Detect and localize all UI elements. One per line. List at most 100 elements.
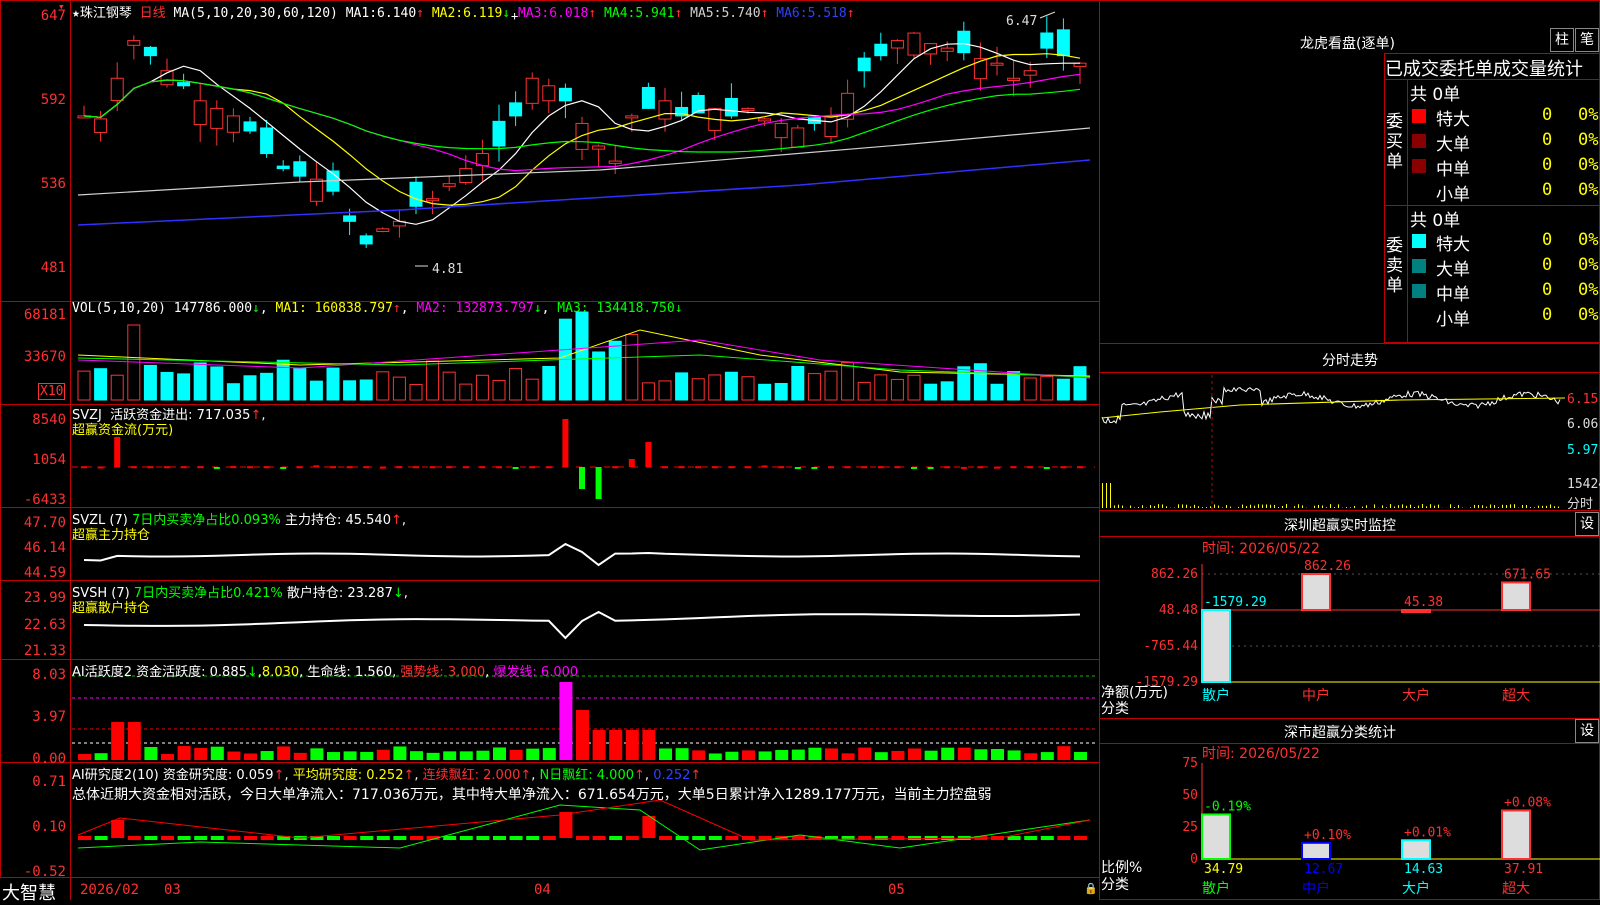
flow-bar xyxy=(297,466,303,468)
candle xyxy=(95,119,107,132)
sell-row-percent: 0% xyxy=(1578,255,1598,275)
flow-bar xyxy=(679,466,685,468)
minute-price-tick: 5.97 xyxy=(1567,443,1598,458)
ai-research-summary: 总体近期大资金相对活跃，今日大单净流入：717.036万元，其中特大单净流入：6… xyxy=(72,784,992,804)
y-tick: -0.52 xyxy=(0,864,66,880)
candle xyxy=(443,184,455,187)
activity-bar xyxy=(609,730,622,760)
candle xyxy=(111,78,123,100)
flow-bar xyxy=(114,437,120,467)
research-bar xyxy=(261,836,274,840)
buy-total: 共 0单 xyxy=(1410,80,1460,105)
activity-bar xyxy=(310,748,323,760)
buy-row-value: 0 xyxy=(1542,155,1552,175)
flow-bar xyxy=(944,466,950,468)
volume-bar xyxy=(1041,376,1053,400)
flow-bar xyxy=(728,466,734,468)
sz-monitor-settings-button[interactable]: 设 xyxy=(1575,512,1599,536)
flow-bar xyxy=(662,466,668,468)
low-marker: 4.81 xyxy=(432,262,463,277)
vol-unit-badge: X10 xyxy=(38,383,65,400)
flow-bar xyxy=(579,467,585,489)
candle xyxy=(377,229,389,232)
volume-bar xyxy=(742,377,754,400)
activity-bar xyxy=(211,747,224,760)
volume-bar xyxy=(510,369,522,400)
flow-bar xyxy=(645,442,651,467)
bar-mode-button[interactable]: 柱 xyxy=(1550,28,1574,52)
flow-bar xyxy=(745,466,751,468)
research-bar xyxy=(377,836,390,840)
activity-bar xyxy=(111,722,124,760)
candle xyxy=(958,31,970,52)
volume-bar xyxy=(974,364,986,400)
volume-bar xyxy=(1024,378,1036,400)
main-hold-line xyxy=(84,544,1080,565)
volume-bar xyxy=(344,381,356,400)
candle xyxy=(858,58,870,71)
activity-bar xyxy=(510,750,523,760)
y-tick: 592 xyxy=(0,92,66,108)
volume-bar xyxy=(991,384,1003,400)
dragon-title: 龙虎看盘(逐单) xyxy=(1300,33,1395,53)
activity-bar xyxy=(576,710,589,760)
volume-bar xyxy=(875,375,887,400)
sz-class-xlabel: 分类 xyxy=(1101,874,1129,894)
flow-bar xyxy=(513,467,519,469)
sell-row-percent: 0% xyxy=(1578,305,1598,325)
stock-name[interactable]: 珠江钢琴 xyxy=(80,6,132,21)
activity-bar xyxy=(1057,746,1070,760)
activity-bar xyxy=(427,753,440,760)
volume-bar xyxy=(825,371,837,400)
volume-bar xyxy=(1057,379,1069,400)
flow-bar xyxy=(363,466,369,468)
activity-bar xyxy=(792,750,805,760)
buy-row-value: 0 xyxy=(1542,180,1552,200)
buy-row-name: 中单 xyxy=(1436,155,1470,180)
buy-row-percent: 0% xyxy=(1578,105,1598,125)
volume-bar xyxy=(775,383,787,400)
activity-bar xyxy=(327,752,340,760)
candle xyxy=(593,146,605,149)
buy-row-value: 0 xyxy=(1542,105,1552,125)
star-icon[interactable]: ★ xyxy=(72,6,80,21)
candle xyxy=(742,108,754,110)
activity-bar xyxy=(344,751,357,760)
volume-bar xyxy=(593,352,605,400)
candle xyxy=(941,48,953,51)
research-bar xyxy=(626,836,639,840)
activity-bar xyxy=(493,747,506,760)
research-bar xyxy=(78,836,91,840)
activity-bar xyxy=(908,748,921,760)
activity-bar xyxy=(261,751,274,760)
activity-bar xyxy=(958,748,971,760)
flow-bar xyxy=(430,466,436,468)
flow-bar xyxy=(911,467,917,469)
candle xyxy=(1041,33,1053,48)
candle xyxy=(261,128,273,154)
buy-row-percent: 0% xyxy=(1578,130,1598,150)
sz-class-settings-button[interactable]: 设 xyxy=(1575,719,1599,743)
tick-mode-button[interactable]: 笔 xyxy=(1575,28,1599,52)
y-tick: 46.14 xyxy=(0,540,66,556)
candle xyxy=(609,161,621,163)
candle xyxy=(294,162,306,176)
flow-bar xyxy=(1027,466,1033,468)
volume-bar xyxy=(692,379,704,400)
y-tick: 0.10 xyxy=(0,819,66,835)
candle xyxy=(277,166,289,168)
buy-row-name: 小单 xyxy=(1436,180,1470,205)
menu-icon[interactable]: ▾ xyxy=(58,0,65,13)
research-bar xyxy=(460,836,473,840)
period-label[interactable]: 日线 xyxy=(140,6,166,21)
research-bar xyxy=(709,836,722,840)
research-bar xyxy=(1074,836,1087,840)
sell-row-value: 0 xyxy=(1542,305,1552,325)
candle xyxy=(194,101,206,125)
activity-bar xyxy=(178,746,191,760)
activity-bar xyxy=(476,751,489,760)
buy-row-name: 特大 xyxy=(1436,105,1470,130)
candle xyxy=(642,87,654,108)
research-bar xyxy=(360,836,373,840)
lock-icon[interactable]: 🔒 xyxy=(1084,882,1098,895)
